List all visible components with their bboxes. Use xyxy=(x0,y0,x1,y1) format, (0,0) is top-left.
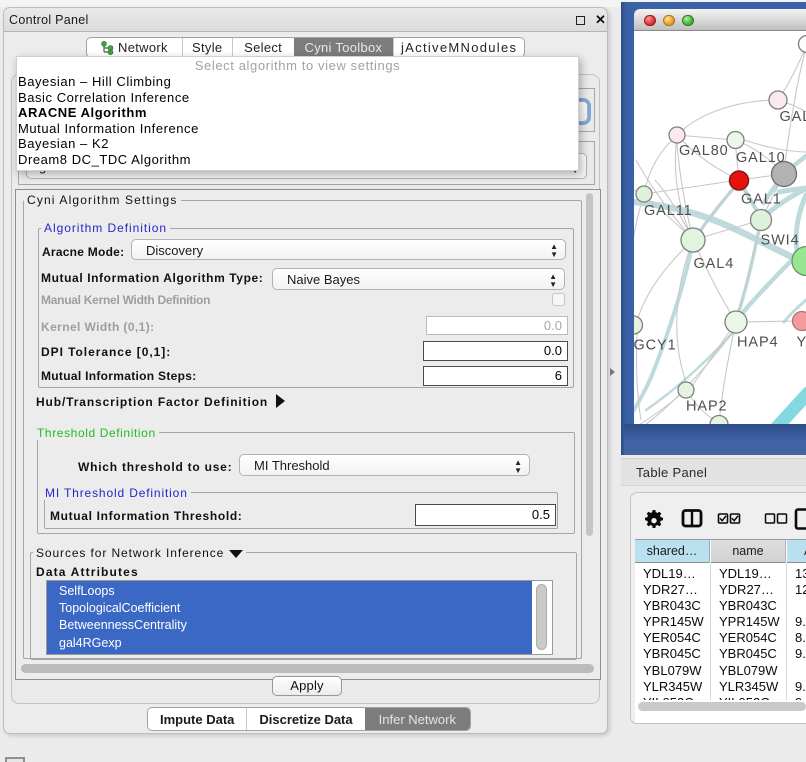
svg-text:GAL1: GAL1 xyxy=(741,192,782,208)
svg-text:GAL10: GAL10 xyxy=(736,150,786,166)
svg-text:HAP2: HAP2 xyxy=(686,399,727,415)
svg-text:GAL4: GAL4 xyxy=(694,256,735,272)
svg-text:GAL80: GAL80 xyxy=(780,109,806,125)
svg-text:GAL80: GAL80 xyxy=(679,143,729,159)
svg-text:SWI4: SWI4 xyxy=(761,233,800,249)
svg-text:HAP4: HAP4 xyxy=(737,335,778,351)
svg-text:GAL11: GAL11 xyxy=(644,203,693,219)
svg-text:Y: Y xyxy=(797,335,806,351)
svg-text:GCY1: GCY1 xyxy=(634,338,677,354)
